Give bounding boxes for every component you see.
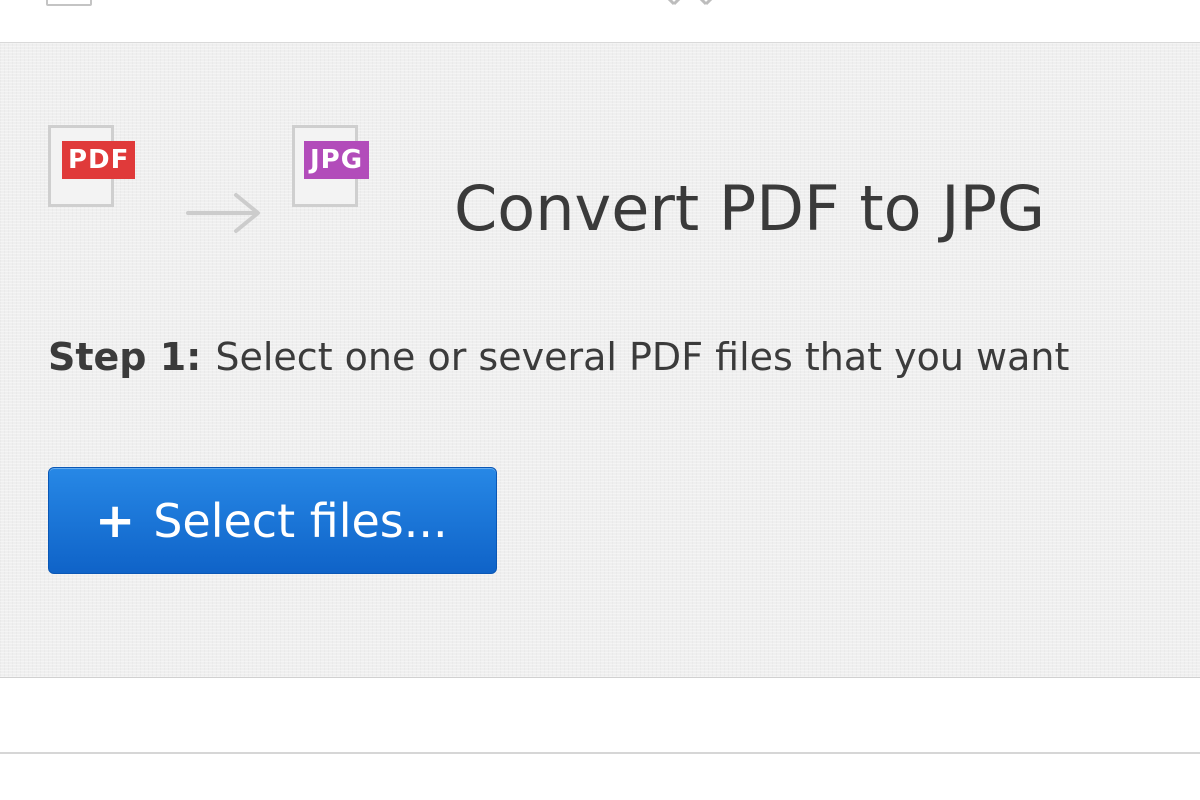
page-title: Convert PDF to JPG	[454, 172, 1046, 245]
tool-icon	[667, 0, 713, 6]
window-control-icon	[46, 0, 92, 6]
select-files-label: Select files...	[153, 493, 448, 548]
step-1-label: Step 1:	[48, 335, 202, 379]
bottom-area	[0, 678, 1200, 800]
converter-panel: PDF JPG Convert PDF to JPG Step 1: Select…	[0, 43, 1200, 678]
right-arrow-icon	[186, 193, 260, 233]
bottom-divider	[0, 752, 1200, 754]
jpg-format-tag: JPG	[304, 141, 370, 179]
pdf-file-icon: PDF	[48, 125, 136, 211]
pdf-format-tag: PDF	[62, 141, 136, 179]
step-1-instruction: Step 1: Select one or several PDF files t…	[48, 330, 1200, 384]
select-files-button[interactable]: + Select files...	[48, 467, 497, 574]
jpg-file-icon: JPG	[292, 125, 370, 211]
step-1-text: Select one or several PDF files that you…	[215, 335, 1070, 379]
top-bar	[0, 0, 1200, 43]
plus-icon: +	[95, 492, 136, 549]
